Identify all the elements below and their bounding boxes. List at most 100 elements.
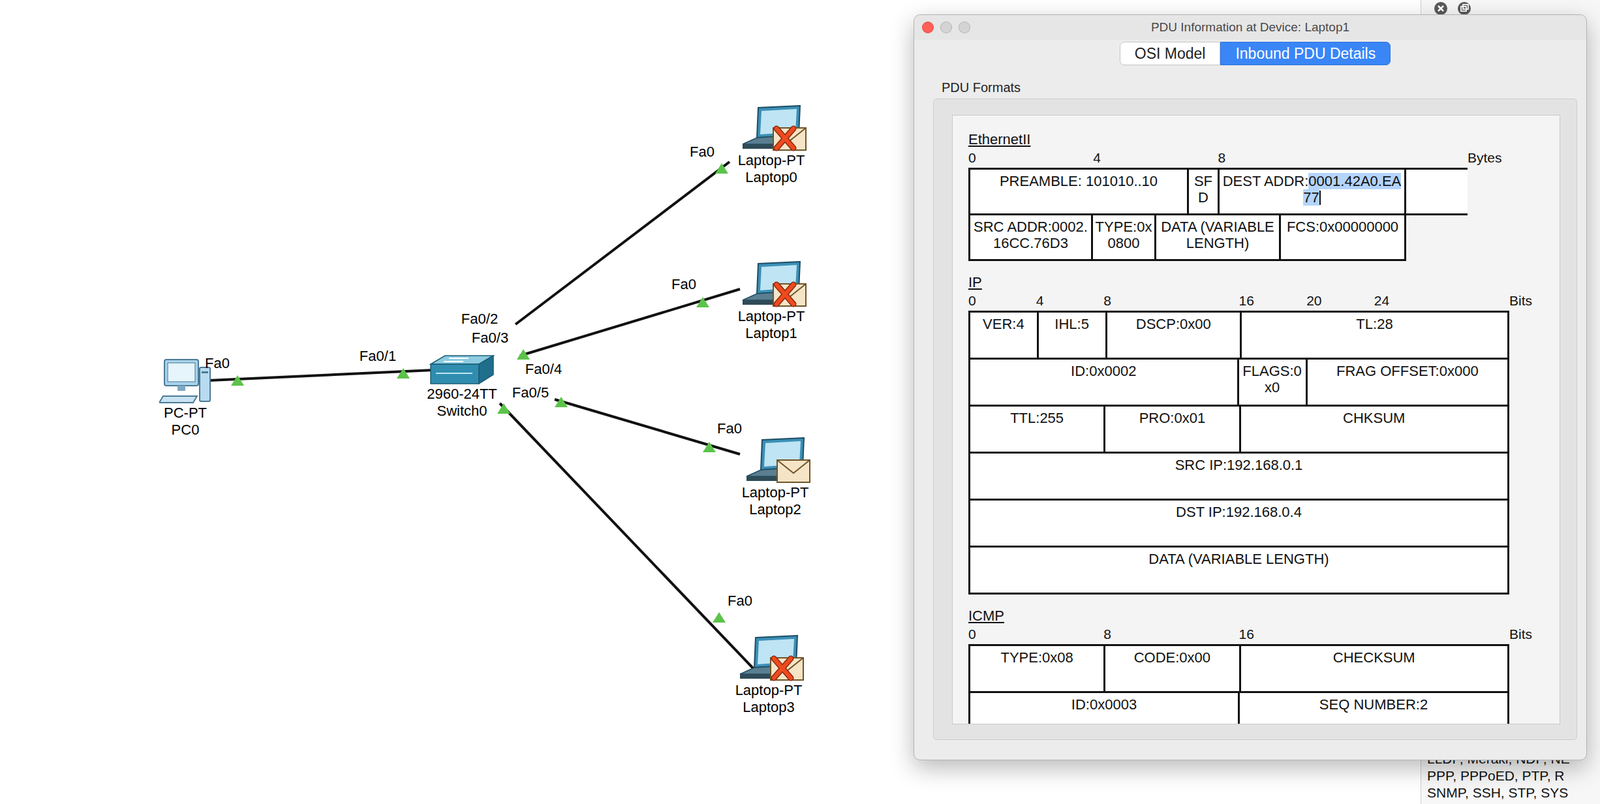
field-row: ID:0x0002FLAGS:0x0FRAG OFFSET:0x000 [968,357,1510,407]
field-cell[interactable]: TYPE:0x0800 [1092,215,1155,260]
text-caret [1319,190,1321,205]
network-device[interactable]: Laptop-PTLaptop2 [723,437,828,519]
field-cell[interactable]: SRC IP:192.168.0.1 [970,453,1508,499]
link-status-icon [712,612,726,623]
field-cell[interactable]: DATA (VARIABLE LENGTH) [970,547,1508,593]
field-cell[interactable]: TL:28 [1241,312,1508,358]
format-name: ICMP [968,607,1560,625]
restore-icon[interactable] [1457,1,1472,16]
field-row: DATA (VARIABLE LENGTH) [968,545,1510,595]
protocol-list-line: PPP, PPPoED, PTP, R [1427,767,1600,785]
device-name: Laptop1 [745,324,798,342]
field-cell[interactable]: DEST ADDR:0001.42A0.EA77 [1219,169,1405,214]
device-icon-wrap[interactable] [736,634,802,682]
minimize-button[interactable] [940,21,953,34]
field-cell[interactable]: DATA (VARIABLE LENGTH) [1156,215,1279,260]
scale-unit: Bits [1509,625,1533,643]
scale-tick: 8 [1103,292,1121,310]
pdu-format: IP048162024BitsVER:4IHL:5DSCP:0x00TL:28I… [968,274,1560,595]
format-scale: 048162024Bits [968,292,1560,310]
close-icon[interactable] [1433,1,1448,16]
device-model: Laptop-PT [735,681,803,699]
close-button[interactable] [922,21,934,34]
field-cell[interactable]: TTL:255 [970,406,1104,452]
field-cell[interactable]: DST IP:192.168.0.4 [970,500,1508,546]
pdu-envelope-icon[interactable] [775,456,812,485]
device-model: 2960-24TT [426,385,498,403]
device-name: Switch0 [436,402,487,420]
link[interactable] [497,403,755,671]
link[interactable] [516,289,740,360]
port-label: Fa0/3 [471,330,509,346]
field-cell[interactable]: SFD [1188,169,1218,214]
field-cell[interactable]: FLAGS:0x0 [1239,359,1306,405]
format-scale: 0816Bits [968,625,1560,643]
tab[interactable]: OSI Model [1119,41,1221,66]
network-device[interactable]: 2960-24TTSwitch0 [409,353,515,420]
port-label: Fa0/2 [461,311,498,327]
field-row: PREAMBLE: 101010..10SFDDEST ADDR:0001.42… [968,167,1468,216]
selected-text[interactable]: 0001.42A0.EA77 [1303,172,1401,206]
field-cell[interactable]: PREAMBLE: 101010..10 [970,169,1187,214]
field-row: ID:0x0003SEQ NUMBER:2 [968,691,1510,725]
device-icon-wrap[interactable] [738,261,804,308]
network-device[interactable]: Laptop-PTLaptop1 [719,261,824,342]
port-label: Fa0/4 [525,361,562,378]
field-cell[interactable]: ID:0x0003 [970,692,1238,725]
scale-tick: 4 [1092,149,1125,167]
pdu-format: EthernetII048BytesPREAMBLE: 101010..10SF… [968,131,1560,262]
failed-pdu-icon[interactable] [771,280,808,308]
device-icon-wrap[interactable] [738,105,804,153]
format-scale: 048Bytes [968,149,1560,167]
pdu-formats-panel[interactable]: EthernetII048BytesPREAMBLE: 101010..10SF… [952,114,1561,725]
field-cell[interactable]: PRO:0x01 [1105,406,1239,452]
link-status-icon [497,403,511,414]
device-model: Laptop-PT [738,152,806,170]
section-title: PDU Formats [941,79,1578,96]
window-title: PDU Information at Device: Laptop1 [1151,20,1350,35]
field-cell[interactable]: VER:4 [970,312,1037,358]
link[interactable] [515,161,730,325]
pdu-window[interactable]: PDU Information at Device: Laptop1 OSI Mo… [913,14,1587,761]
port-label: Fa0 [689,144,715,160]
device-name: Laptop2 [749,501,802,519]
field-cell[interactable]: SEQ NUMBER:2 [1239,692,1508,725]
format-name: EthernetII [968,131,1560,149]
field-cell[interactable]: IHL:5 [1038,312,1106,358]
link-status-icon [715,163,729,174]
device-icon-wrap[interactable] [159,356,212,405]
field-cell[interactable]: CODE:0x00 [1105,646,1239,692]
field-cell[interactable]: FRAG OFFSET:0x000 [1307,359,1508,405]
field-cell[interactable]: CHKSUM [1241,406,1508,452]
link[interactable] [554,396,740,455]
field-cell[interactable] [1406,169,1468,214]
field-row: SRC IP:192.168.0.1 [968,451,1510,501]
pdu-formats-box: EthernetII048BytesPREAMBLE: 101010..10SF… [933,98,1578,740]
field-cell[interactable]: SRC ADDR:0002.16CC.76D3 [970,215,1092,260]
field-cell[interactable]: ID:0x0002 [970,359,1238,405]
scale-tick: 4 [1036,292,1054,310]
scale-tick: 16 [1239,625,1257,643]
field-cell[interactable]: TYPE:0x08 [970,646,1104,692]
device-icon-wrap[interactable] [429,353,495,386]
field-cell[interactable]: CHECKSUM [1241,646,1508,692]
field-cell[interactable]: DSCP:0x00 [1107,312,1241,358]
failed-pdu-icon[interactable] [771,124,808,153]
window-controls [922,21,1152,34]
scale-unit: Bytes [1467,149,1503,167]
field-row: VER:4IHL:5DSCP:0x00TL:28 [968,310,1510,360]
zoom-button[interactable] [958,21,971,34]
link-status-icon [230,375,245,386]
workspace[interactable]: PC-PTPC02960-24TTSwitch0Laptop-PTLaptop0… [0,0,1600,804]
device-icon-wrap[interactable] [742,437,808,485]
title-bar[interactable]: PDU Information at Device: Laptop1 [914,15,1587,40]
protocol-list-line: SNMP, SSH, STP, SYS [1427,784,1600,802]
field-cell[interactable]: FCS:0x00000000 [1280,215,1405,260]
network-device[interactable]: Laptop-PTLaptop3 [716,634,821,716]
scale-tick: 20 [1306,292,1324,310]
network-device[interactable]: Laptop-PTLaptop0 [719,105,824,186]
port-label: Fa0 [717,420,742,437]
tab[interactable]: Inbound PDU Details [1220,41,1391,66]
failed-pdu-icon[interactable] [768,654,806,682]
link[interactable] [208,368,434,386]
